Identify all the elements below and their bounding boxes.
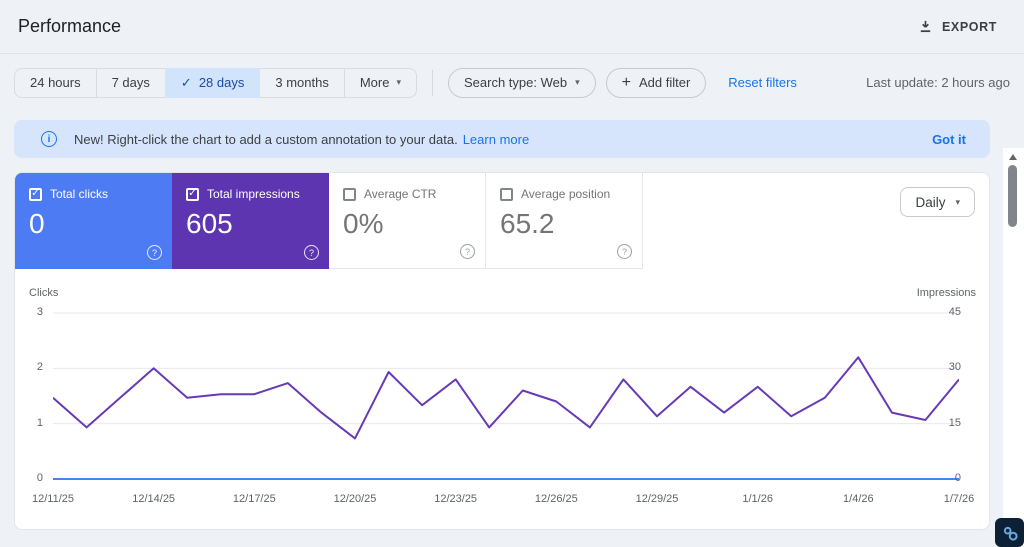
info-icon: i (41, 131, 57, 147)
help-icon[interactable]: ? (617, 244, 632, 259)
total-clicks-checkbox[interactable]: ✓ (29, 187, 42, 201)
scroll-up-arrow-icon[interactable] (1009, 154, 1017, 160)
card-label: Average position (521, 187, 611, 201)
left-axis-title: Clicks (29, 287, 59, 299)
chip-3-months[interactable]: 3 months (259, 67, 345, 98)
page-header: Performance EXPORT (0, 0, 1024, 53)
total-impressions-card[interactable]: ✓ Total impressions 605 ? (172, 173, 329, 269)
help-icon[interactable]: ? (147, 245, 162, 260)
chip-label: More (359, 75, 390, 90)
left-axis-tick: 2 (36, 361, 43, 374)
chart-region: Clicks Impressions 0 1 2 3 0 15 30 45 12/11/25 12… (15, 269, 989, 529)
chip-label: 7 days (111, 75, 150, 90)
chip-more[interactable]: More ▾ (343, 67, 417, 98)
x-axis-tick: 12/23/25 (434, 493, 478, 505)
filter-separator (432, 69, 433, 96)
download-icon (918, 19, 933, 34)
chip-label: 3 months (275, 75, 329, 90)
average-position-value: 65.2 (500, 208, 555, 239)
add-filter-label: Add filter (638, 75, 691, 90)
search-type-dropdown[interactable]: Search type: Web ▾ (448, 67, 596, 98)
performance-page: Performance EXPORT 24 hours 7 days ✓ 28 … (0, 0, 1024, 547)
export-label: EXPORT (942, 19, 997, 34)
average-position-checkbox[interactable] (500, 187, 513, 201)
total-clicks-value: 0 (29, 208, 45, 239)
right-axis-tick: 30 (948, 361, 961, 374)
total-impressions-line (53, 356, 959, 440)
filter-bar: 24 hours 7 days ✓ 28 days 3 months More … (14, 67, 1010, 98)
left-axis-tick: 1 (36, 416, 43, 429)
search-type-label: Search type: Web (464, 75, 568, 90)
x-axis-tick: 12/11/25 (31, 493, 74, 505)
got-it-button[interactable]: Got it (932, 132, 966, 147)
average-position-card[interactable]: Average position 65.2 ? (486, 173, 643, 269)
right-axis-title: Impressions (916, 287, 976, 299)
x-axis-tick: 12/17/25 (232, 493, 276, 505)
x-axis-tick: 12/20/25 (333, 493, 377, 505)
reset-filters-link[interactable]: Reset filters (728, 75, 797, 90)
add-filter-button[interactable]: + Add filter (605, 67, 707, 98)
average-ctr-value: 0% (343, 208, 384, 239)
x-axis-tick: 12/29/25 (635, 493, 679, 505)
average-ctr-card[interactable]: Average CTR 0% ? (329, 173, 486, 269)
performance-panel: ✓ Total clicks 0 ? ✓ Total impressions 6… (14, 172, 990, 530)
chevron-down-icon: ▾ (575, 77, 580, 87)
x-axis-tick: 12/14/25 (132, 493, 176, 505)
chip-label: 28 days (198, 75, 245, 90)
annotation-banner: i New! Right-click the chart to add a cu… (14, 120, 990, 158)
chip-label: 24 hours (30, 75, 81, 90)
last-update-text: Last update: 2 hours ago (866, 75, 1010, 90)
x-axis-tick: 1/4/26 (843, 493, 874, 505)
right-axis-tick: 15 (948, 416, 961, 429)
total-impressions-value: 605 (186, 208, 233, 239)
x-axis-tick: 1/1/26 (742, 493, 773, 505)
total-clicks-card[interactable]: ✓ Total clicks 0 ? (15, 173, 172, 269)
chip-24-hours[interactable]: 24 hours (14, 67, 97, 98)
link-icon (1000, 523, 1020, 543)
x-axis-tick: 1/7/26 (943, 493, 975, 505)
metric-cards-row: ✓ Total clicks 0 ? ✓ Total impressions 6… (15, 173, 989, 269)
card-label: Total clicks (50, 187, 109, 201)
x-axis-tick: 12/26/25 (534, 493, 578, 505)
chevron-down-icon: ▾ (955, 196, 960, 207)
granularity-dropdown[interactable]: Daily ▾ (900, 187, 975, 217)
page-title: Performance (18, 16, 122, 36)
export-button[interactable]: EXPORT (918, 19, 997, 34)
help-icon[interactable]: ? (460, 244, 475, 259)
left-axis-tick: 0 (36, 472, 43, 484)
banner-text: New! Right-click the chart to add a cust… (74, 131, 458, 147)
average-ctr-checkbox[interactable] (343, 187, 356, 201)
link-badge[interactable] (995, 518, 1024, 547)
help-icon[interactable]: ? (304, 245, 319, 260)
left-axis-tick: 3 (36, 306, 43, 318)
chevron-down-icon: ▾ (396, 77, 401, 87)
total-impressions-checkbox[interactable]: ✓ (186, 187, 199, 201)
right-axis-tick: 45 (948, 306, 961, 318)
date-range-group: 24 hours 7 days ✓ 28 days 3 months More … (14, 67, 417, 98)
check-icon: ✓ (180, 74, 192, 90)
scrollbar-thumb[interactable] (1008, 165, 1017, 227)
scrollbar-track[interactable] (1003, 148, 1024, 547)
plus-icon: + (621, 73, 631, 91)
header-divider (0, 53, 1024, 54)
chip-28-days[interactable]: ✓ 28 days (164, 67, 261, 98)
learn-more-link[interactable]: Learn more (463, 132, 529, 147)
chip-7-days[interactable]: 7 days (95, 67, 166, 98)
granularity-label: Daily (915, 194, 946, 210)
card-label: Total impressions (207, 187, 300, 201)
chart-canvas[interactable] (53, 303, 959, 489)
card-label: Average CTR (364, 187, 437, 201)
right-axis-tick: 0 (954, 472, 961, 484)
